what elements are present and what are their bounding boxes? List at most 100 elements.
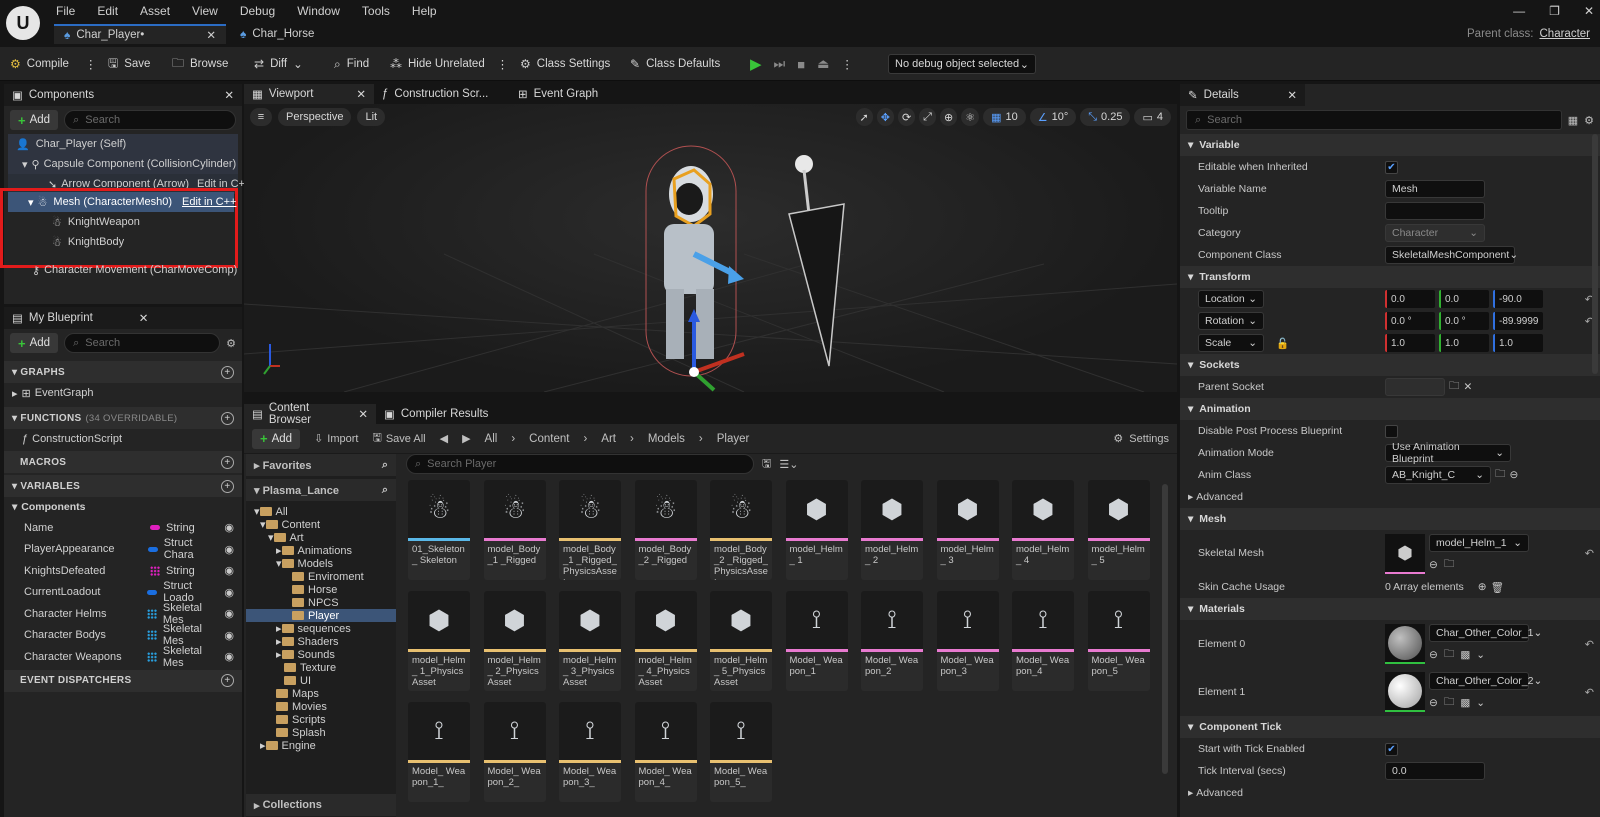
close-icon[interactable]: ✕ xyxy=(139,311,149,325)
mesh-thumbnail[interactable]: ⬢ xyxy=(1385,534,1425,574)
component-character-movement[interactable]: ⚷ Character Movement (CharMoveComp) xyxy=(32,260,237,280)
lock-icon[interactable]: 🔓 xyxy=(1276,337,1289,350)
checker-icon[interactable]: ▩ xyxy=(1460,649,1470,661)
menu-view[interactable]: View xyxy=(192,4,218,18)
asset-tile[interactable]: ⟟ Model_ Weapon_3_ xyxy=(559,702,621,802)
category-select[interactable]: Character ⌄ xyxy=(1385,224,1485,242)
folder-engine[interactable]: ▸ Engine xyxy=(246,739,396,753)
more-icon[interactable]: ⋮ xyxy=(85,57,97,71)
filter-icon[interactable]: ☰⌄ xyxy=(779,458,798,471)
location-z-input[interactable]: -90.0 xyxy=(1493,290,1543,308)
asset-tile[interactable]: ⟟ Model_ Weapon_2 xyxy=(861,591,923,691)
variable-row[interactable]: PlayerAppearance Struct Chara ◉ xyxy=(4,537,242,561)
use-selected-icon[interactable]: ⊖ xyxy=(1510,469,1519,481)
asset-tile[interactable]: ⬢ model_Helm_ 5 xyxy=(1087,480,1150,580)
project-header[interactable]: ▾ Plasma_Lance ⌕ xyxy=(246,479,396,501)
asset-tile[interactable]: ⟟ Model_ Weapon_2_ xyxy=(483,702,546,802)
close-icon[interactable]: ✕ xyxy=(224,88,234,102)
close-window-icon[interactable]: ✕ xyxy=(1584,4,1594,18)
folder-splash[interactable]: Splash xyxy=(246,726,396,739)
folder-ui[interactable]: UI xyxy=(246,674,396,687)
angle-snap-button[interactable]: ∠ 10° xyxy=(1029,108,1077,126)
browse-button[interactable]: 🗀 Browse xyxy=(172,47,228,81)
event-dispatchers-section[interactable]: EVENT DISPATCHERS + xyxy=(4,669,242,692)
gear-icon[interactable]: ⚙ xyxy=(1584,114,1594,127)
tab-compiler-results[interactable]: ▣ Compiler Results xyxy=(376,404,506,424)
surface-snap-icon[interactable]: ⚛ xyxy=(961,108,980,126)
graphs-section[interactable]: ▾ GRAPHS + xyxy=(4,361,242,383)
menu-help[interactable]: Help xyxy=(412,4,437,18)
folder-player[interactable]: Player xyxy=(246,609,396,622)
step-icon[interactable]: ⏭ xyxy=(774,56,786,72)
clear-icon[interactable]: ✕ xyxy=(1464,381,1473,393)
folder-horse[interactable]: Horse xyxy=(246,583,396,596)
rotate-icon[interactable]: ⟳ xyxy=(897,108,916,126)
section-variable[interactable]: ▾ Variable xyxy=(1180,134,1600,156)
folder-enviroment[interactable]: Enviroment xyxy=(246,570,396,583)
tab-char-horse[interactable]: ♠ Char_Horse xyxy=(230,24,360,44)
class-defaults-button[interactable]: ✎ Class Defaults xyxy=(630,47,720,81)
my-blueprint-tab[interactable]: ▤ My Blueprint ✕ xyxy=(4,307,242,329)
asset-tile[interactable]: ☃ model_Body_2 _Rigged_ PhysicsAsset xyxy=(710,480,772,580)
gear-icon[interactable]: ⚙ xyxy=(226,337,236,350)
folder-scripts[interactable]: Scripts xyxy=(246,713,396,726)
reset-icon[interactable]: ↶ xyxy=(1585,547,1594,560)
debug-object-select[interactable]: No debug object selected ⌄ xyxy=(888,54,1036,74)
favorites-header[interactable]: ▸ Favorites ⌕ xyxy=(246,454,396,476)
eye-icon[interactable]: ◉ xyxy=(224,564,234,577)
skeletal-mesh-select[interactable]: model_Helm_1 ⌄ xyxy=(1429,534,1529,552)
details-search-input[interactable]: ⌕ Search xyxy=(1186,110,1562,130)
prop-advanced[interactable]: ▸ Advanced xyxy=(1180,486,1600,508)
folder-all[interactable]: ▾ All xyxy=(246,505,396,519)
component-self[interactable]: 👤 Char_Player (Self) xyxy=(8,134,238,154)
trash-icon[interactable]: 🗑 xyxy=(1491,581,1504,594)
reset-icon[interactable]: ↶ xyxy=(1585,638,1594,651)
asset-tile[interactable]: ⟟ Model_ Weapon_5_ xyxy=(710,702,772,802)
eye-icon[interactable]: ◉ xyxy=(224,521,234,534)
eye-icon[interactable]: ◉ xyxy=(224,629,234,642)
tab-content-browser[interactable]: ▤ Content Browser ✕ xyxy=(244,402,376,426)
breadcrumb-item[interactable]: Player xyxy=(717,433,750,445)
tooltip-input[interactable] xyxy=(1385,202,1485,220)
hamburger-menu-icon[interactable]: ≡ xyxy=(250,108,272,126)
asset-tile[interactable]: ⬢ model_Helm_ 2_Physics Asset xyxy=(483,591,546,691)
asset-tile[interactable]: ☃ model_Body_1 _Rigged xyxy=(483,480,546,580)
folder-content[interactable]: ▾ Content xyxy=(246,518,396,532)
material-thumbnail[interactable] xyxy=(1385,624,1425,664)
scale-icon[interactable]: ⤢ xyxy=(919,108,936,126)
asset-tile[interactable]: ☃ model_Body_2 _Rigged xyxy=(634,480,697,580)
grid-snap-button[interactable]: ▦ 10 xyxy=(983,108,1026,126)
eye-icon[interactable]: ◉ xyxy=(224,607,234,620)
asset-search-input[interactable]: ⌕ Search Player xyxy=(406,454,754,474)
import-button[interactable]: ⇩ Import xyxy=(314,432,358,446)
folder-models[interactable]: ▾ Models xyxy=(246,557,396,571)
eye-icon[interactable]: ◉ xyxy=(224,586,234,599)
section-animation[interactable]: ▾ Animation xyxy=(1180,398,1600,420)
component-mesh-row[interactable]: ▾ ☃ Mesh (CharacterMesh0) Edit in C++ xyxy=(8,192,236,212)
section-materials[interactable]: ▾ Materials xyxy=(1180,598,1600,620)
checkbox-unchecked[interactable] xyxy=(1385,424,1398,438)
add-element-icon[interactable]: ⊕ xyxy=(1478,581,1487,593)
search-icon[interactable]: ⌕ xyxy=(382,459,388,472)
camera-speed-button[interactable]: ▭ 4 xyxy=(1134,108,1171,126)
checkbox-checked[interactable]: ✔ xyxy=(1385,160,1398,174)
browse-icon[interactable]: 🗀 xyxy=(1444,694,1455,712)
asset-tile[interactable]: ☃ 01_Skeleton_ Skeleton xyxy=(408,480,470,580)
asset-scrollbar[interactable] xyxy=(1162,484,1168,774)
scale-mode-select[interactable]: Scale ⌄ xyxy=(1198,334,1264,352)
variable-name-input[interactable]: Mesh xyxy=(1385,180,1485,198)
scale-snap-button[interactable]: ⤡ 0.25 xyxy=(1080,108,1131,126)
restore-icon[interactable]: ❐ xyxy=(1549,4,1560,18)
unreal-logo-icon[interactable]: U xyxy=(6,6,40,40)
breadcrumb-item[interactable]: All xyxy=(485,433,498,445)
add-variable-icon[interactable]: + xyxy=(221,479,234,493)
scale-x-input[interactable]: 1.0 xyxy=(1385,334,1435,352)
scale-z-input[interactable]: 1.0 xyxy=(1493,334,1543,352)
close-icon[interactable]: ✕ xyxy=(356,87,366,101)
settings-button[interactable]: ⚙ Settings xyxy=(1113,432,1169,446)
asset-tile[interactable]: ⟟ Model_ Weapon_3 xyxy=(936,591,999,691)
component-mesh[interactable]: ▾ ☃ Mesh (CharacterMesh0) Edit in C++ xyxy=(8,192,236,212)
add-component-button[interactable]: + Add xyxy=(10,110,59,130)
component-knight-body[interactable]: ☃ KnightBody xyxy=(52,232,124,252)
rotation-y-input[interactable]: 0.0 ° xyxy=(1439,312,1489,330)
